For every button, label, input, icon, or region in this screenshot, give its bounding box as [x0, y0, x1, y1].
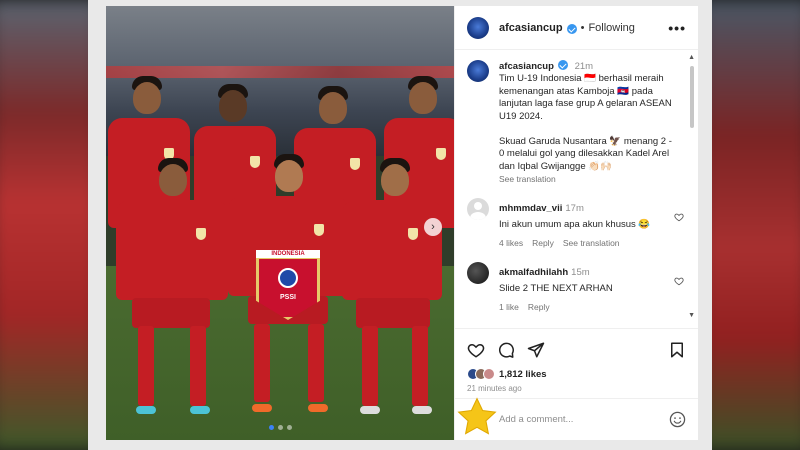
comment-username[interactable]: akmalfadhilahh	[499, 267, 568, 278]
more-options-icon[interactable]: •••	[668, 20, 686, 36]
pennant-top-text: INDONESIA	[271, 251, 305, 257]
backdrop-right	[700, 0, 800, 450]
likes-count[interactable]: 1,812 likes	[499, 369, 547, 380]
share-send-icon[interactable]	[527, 341, 545, 359]
comment-likes[interactable]: 4 likes	[499, 238, 523, 248]
post-actions: 1,812 likes 21 minutes ago	[455, 328, 698, 393]
post-header: afcasiancup • Following •••	[455, 6, 698, 50]
bookmark-save-icon[interactable]	[668, 341, 686, 359]
instagram-post-card: INDONESIA PSSI › afcasiancup • Following…	[106, 6, 698, 440]
next-slide-button[interactable]: ›	[424, 218, 442, 236]
comment-time: 17m	[565, 203, 584, 214]
scroll-up-icon[interactable]: ▲	[688, 54, 695, 61]
like-comment-heart-icon[interactable]	[674, 212, 684, 222]
slide-indicator	[106, 425, 454, 430]
slide-dot	[277, 425, 283, 430]
backdrop-left	[0, 0, 100, 450]
comment-text: Ini akun umum apa akun khusus 😂	[499, 219, 651, 230]
like-comment-heart-icon[interactable]	[674, 276, 684, 286]
comments-list[interactable]: afcasiancup 21m Tim U-19 Indonesia 🇮🇩 be…	[455, 51, 698, 326]
likes-row[interactable]: 1,812 likes	[467, 368, 686, 380]
reply-button[interactable]: Reply	[528, 302, 550, 312]
post-username[interactable]: afcasiancup	[499, 22, 563, 34]
comment-input[interactable]: Add a comment...	[499, 414, 573, 425]
comment-username[interactable]: mhmmdav_vii	[499, 203, 562, 214]
commenter-avatar[interactable]	[467, 262, 489, 284]
see-translation-link[interactable]: See translation	[499, 174, 677, 184]
slide-dot-active	[268, 425, 274, 430]
post-side-panel: afcasiancup • Following ••• afcasiancup …	[454, 6, 698, 440]
following-button[interactable]: Following	[588, 22, 634, 34]
pennant-bottom-text: PSSI	[280, 294, 296, 301]
comment-likes[interactable]: 1 like	[499, 302, 519, 312]
emoji-smiley-icon[interactable]	[669, 411, 686, 428]
verified-badge-icon	[566, 23, 577, 34]
verified-badge-icon	[557, 60, 568, 70]
comment-item: akmalfadhilahh 15m Slide 2 THE NEXT ARHAN…	[467, 262, 686, 312]
account-avatar[interactable]	[467, 16, 489, 39]
comment-bubble-icon[interactable]	[497, 341, 515, 359]
comments-scrollbar[interactable]	[690, 66, 694, 128]
caption-avatar[interactable]	[467, 60, 489, 82]
liker-avatar	[483, 368, 495, 380]
see-translation-link[interactable]: See translation	[563, 238, 620, 248]
slide-dot	[286, 425, 292, 430]
caption-time: 21m	[574, 61, 594, 72]
reply-button[interactable]: Reply	[532, 238, 554, 248]
scroll-down-icon[interactable]: ▼	[688, 312, 695, 319]
star-icon	[457, 397, 497, 435]
chevron-right-icon: ›	[431, 221, 435, 233]
post-photo[interactable]: INDONESIA PSSI ›	[106, 6, 454, 440]
comment-text: Slide 2 THE NEXT ARHAN	[499, 283, 613, 294]
comment-time: 15m	[571, 267, 590, 278]
post-timestamp: 21 minutes ago	[467, 384, 522, 393]
comment-item: mhmmdav_vii 17m Ini akun umum apa akun kh…	[467, 198, 686, 248]
default-avatar-icon[interactable]	[467, 198, 489, 220]
caption-text: Tim U-19 Indonesia 🇮🇩 berhasil meraih ke…	[499, 73, 672, 172]
like-heart-icon[interactable]	[467, 341, 485, 359]
caption-block: afcasiancup 21m Tim U-19 Indonesia 🇮🇩 be…	[467, 59, 686, 184]
caption-username[interactable]: afcasiancup	[499, 61, 554, 72]
pssi-logo	[278, 268, 298, 288]
separator-dot: •	[580, 21, 585, 34]
